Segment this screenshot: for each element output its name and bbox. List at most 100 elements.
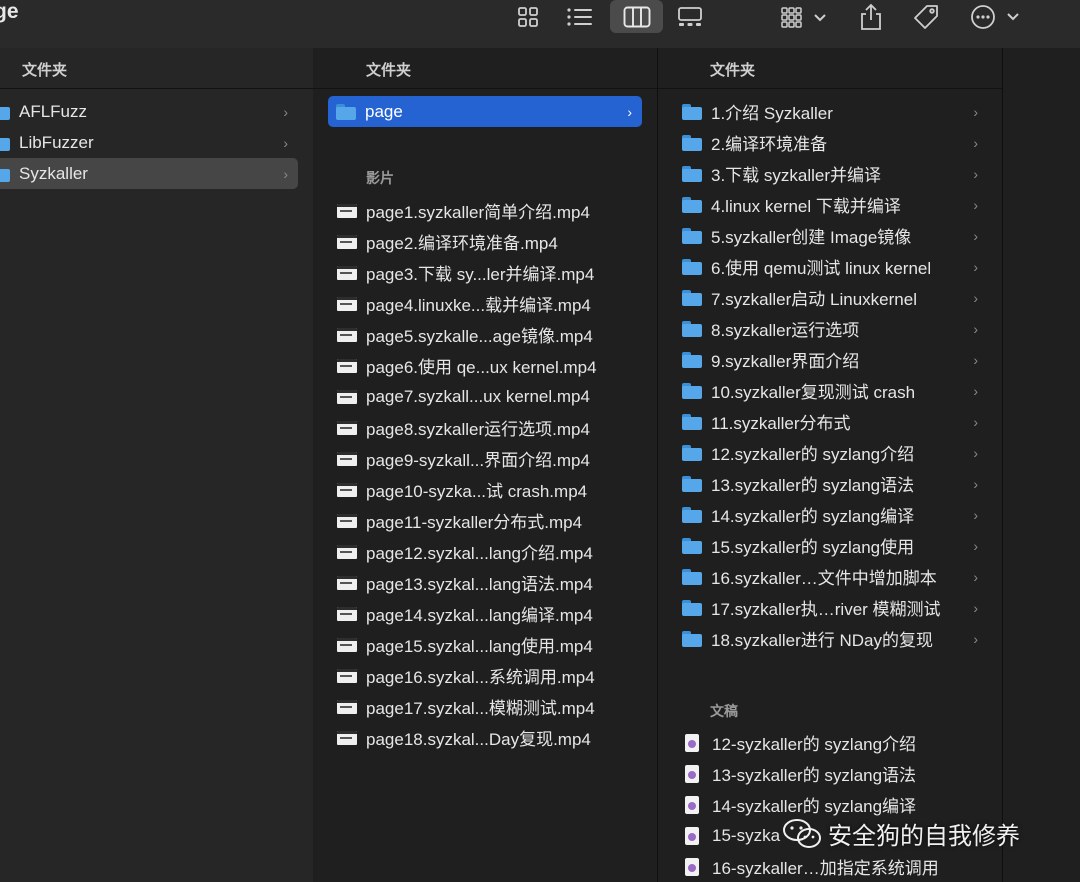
folder-icon [0,104,10,120]
document-file-item[interactable]: 12-syzkaller的 syzlang介绍 [682,727,988,758]
folder-label: 11.syzkaller分布式 [711,414,851,433]
folder-label: 2.编译环境准备 [711,135,828,154]
subfolder-item[interactable]: 7.syzkaller启动 Linuxkernel › [682,282,988,313]
movie-file-item[interactable]: page16.syzkal...系统调用.mp4 [337,660,647,691]
grid-view-icon[interactable] [508,0,548,33]
movie-file-item[interactable]: page14.syzkal...lang编译.mp4 [337,598,647,629]
list-view-icon[interactable] [560,0,600,33]
movie-file-item[interactable]: page12.syzkal...lang介绍.mp4 [337,536,647,567]
subfolder-item[interactable]: 12.syzkaller的 syzlang介绍 › [682,437,988,468]
column-header-label: 文件夹 [710,62,756,79]
subfolder-item[interactable]: 9.syzkaller界面介绍 › [682,344,988,375]
subfolder-item[interactable]: 14.syzkaller的 syzlang编译 › [682,499,988,530]
folder-label: 15.syzkaller的 syzlang使用 [711,538,915,557]
more-icon[interactable] [968,0,1024,33]
file-label: page14.syzkal...lang编译.mp4 [366,606,593,625]
movie-file-item[interactable]: page8.syzkaller运行选项.mp4 [337,412,647,443]
subfolder-item[interactable]: 16.syzkaller…文件中增加脚本 › [682,561,988,592]
movie-file-item[interactable]: page9-syzkall...界面介绍.mp4 [337,443,647,474]
video-file-icon [337,327,357,342]
subfolder-item[interactable]: 13.syzkaller的 syzlang语法 › [682,468,988,499]
subfolder-item[interactable]: 1.介绍 Syzkaller › [682,96,988,127]
movie-file-item[interactable]: page11-syzkaller分布式.mp4 [337,505,647,536]
folder-icon [0,166,10,182]
video-file-icon [337,730,357,745]
subfolder-item[interactable]: 4.linux kernel 下载并编译 › [682,189,988,220]
document-file-item[interactable]: 16-syzkaller…加指定系统调用 [682,851,988,882]
file-label: page9-syzkall...界面介绍.mp4 [366,451,590,470]
movie-file-item[interactable]: page7.syzkall...ux kernel.mp4 [337,381,647,412]
movie-file-item[interactable]: page15.syzkal...lang使用.mp4 [337,629,647,660]
movie-file-item[interactable]: page10-syzka...试 crash.mp4 [337,474,647,505]
movie-file-item[interactable]: page4.linuxke...载并编译.mp4 [337,288,647,319]
movie-file-item[interactable]: page6.使用 qe...ux kernel.mp4 [337,350,647,381]
document-file-icon [685,857,699,876]
movie-file-item[interactable]: page3.下载 sy...ler并编译.mp4 [337,257,647,288]
folder-label: 4.linux kernel 下载并编译 [711,197,901,216]
file-label: 14-syzkaller的 syzlang编译 [712,797,917,816]
folder-label: Syzkaller [19,163,88,183]
gallery-view-icon[interactable] [670,0,710,33]
group-icon[interactable] [776,0,832,33]
folder-label: page [365,101,403,121]
file-label: page12.syzkal...lang介绍.mp4 [366,544,593,563]
subfolder-item[interactable]: 17.syzkaller执…river 模糊测试 › [682,592,988,623]
column-view-icon[interactable] [610,0,663,33]
subfolder-item[interactable]: 6.使用 qemu测试 linux kernel › [682,251,988,282]
folder-label: 18.syzkaller进行 NDay的复现 [711,631,933,650]
document-file-item[interactable]: 13-syzkaller的 syzlang语法 [682,758,988,789]
folder-label: 17.syzkaller执…river 模糊测试 [711,600,941,619]
movie-file-item[interactable]: page1.syzkaller简单介绍.mp4 [337,195,647,226]
chevron-right-icon: › [973,197,978,213]
subfolder-item[interactable]: 15.syzkaller的 syzlang使用 › [682,530,988,561]
movie-file-item[interactable]: page13.syzkal...lang语法.mp4 [337,567,647,598]
document-file-icon [685,826,699,845]
folder-icon [682,444,702,461]
folder-label: 12.syzkaller的 syzlang介绍 [711,445,915,464]
subfolder-item[interactable]: 11.syzkaller分布式 › [682,406,988,437]
folder-icon [682,165,702,182]
subfolder-item[interactable]: 10.syzkaller复现测试 crash › [682,375,988,406]
movie-file-item[interactable]: page17.syzkal...模糊测试.mp4 [337,691,647,722]
document-file-icon [685,764,699,783]
folder-page[interactable]: page › [328,96,642,127]
folder-icon [682,568,702,585]
movie-file-item[interactable]: page18.syzkal...Day复现.mp4 [337,722,647,753]
movie-file-item[interactable]: page2.编译环境准备.mp4 [337,226,647,257]
sidebar-folder-item[interactable]: Syzkaller › [0,158,298,189]
folder-label: 10.syzkaller复现测试 crash [711,383,916,402]
folder-icon [682,506,702,523]
sidebar-folder-item[interactable]: LibFuzzer › [0,127,298,158]
video-file-icon [337,668,357,683]
column-4 [1003,48,1080,882]
subfolder-item[interactable]: 2.编译环境准备 › [682,127,988,158]
subfolder-item[interactable]: 3.下载 syzkaller并编译 › [682,158,988,189]
file-label: page6.使用 qe...ux kernel.mp4 [366,358,597,377]
video-file-icon [337,451,357,466]
chevron-right-icon: › [973,383,978,399]
folder-label: AFLFuzz [19,101,88,121]
chevron-right-icon: › [973,259,978,275]
tag-icon[interactable] [908,0,944,33]
subfolder-item[interactable]: 18.syzkaller进行 NDay的复现 › [682,623,988,654]
folder-icon [682,413,702,430]
chevron-right-icon: › [973,631,978,647]
subfolder-item[interactable]: 8.syzkaller运行选项 › [682,313,988,344]
folder-icon [682,320,702,337]
sidebar-folder-item[interactable]: AFLFuzz › [0,96,298,127]
share-icon[interactable] [853,0,889,33]
file-label: page11-syzkaller分布式.mp4 [366,513,583,532]
column-header: 文件夹 [0,48,313,89]
chevron-right-icon: › [973,228,978,244]
video-file-icon [337,420,357,435]
chevron-right-icon: › [973,352,978,368]
movie-file-item[interactable]: page5.syzkalle...age镜像.mp4 [337,319,647,350]
folder-icon [682,196,702,213]
folder-icon [336,103,356,120]
chevron-right-icon: › [627,104,632,120]
chevron-right-icon: › [973,290,978,306]
folder-icon [682,630,702,647]
subfolder-item[interactable]: 5.syzkaller创建 Image镜像 › [682,220,988,251]
column-3: 文件夹 1.介绍 Syzkaller › 2.编译环境准备 › 3.下载 syzkall… [658,48,1003,882]
chevron-right-icon: › [973,166,978,182]
